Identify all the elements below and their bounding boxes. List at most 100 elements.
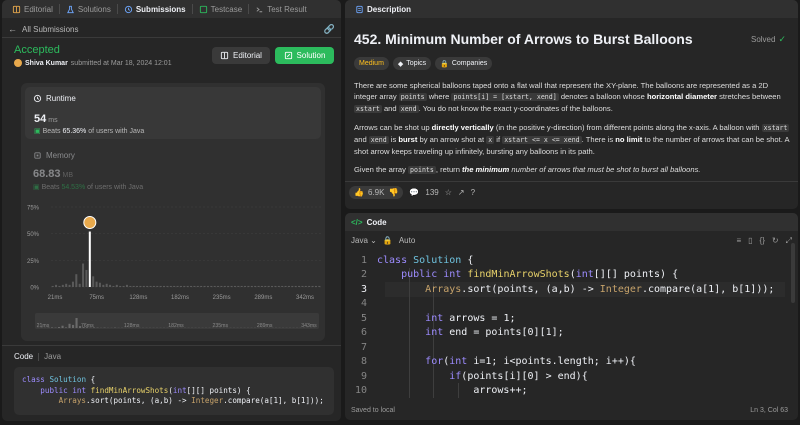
chart-bar[interactable] bbox=[298, 285, 301, 287]
tab-testcase[interactable]: Testcase bbox=[195, 0, 247, 18]
editor-line[interactable]: 4 bbox=[345, 297, 377, 312]
chart-bar[interactable] bbox=[294, 285, 297, 287]
chart-bar[interactable] bbox=[287, 285, 290, 287]
chart-bar[interactable] bbox=[58, 285, 61, 287]
chart-bar[interactable] bbox=[146, 285, 149, 287]
chart-bar[interactable] bbox=[163, 285, 166, 287]
share-icon[interactable]: ↗ bbox=[458, 188, 465, 197]
chart-bar[interactable] bbox=[92, 276, 95, 287]
solution-button[interactable]: Solution bbox=[275, 47, 334, 64]
chart-bar[interactable] bbox=[61, 284, 64, 287]
language-select[interactable]: Java ⌄ bbox=[351, 236, 377, 245]
chart-bar[interactable] bbox=[125, 284, 128, 287]
chart-bar[interactable] bbox=[78, 283, 81, 287]
topics-pill[interactable]: ◆ Topics bbox=[392, 57, 432, 70]
arrow-left-icon[interactable]: ← bbox=[8, 24, 17, 34]
chart-bar[interactable] bbox=[122, 285, 125, 287]
chart-bar[interactable] bbox=[217, 285, 220, 287]
chart-bar[interactable] bbox=[233, 285, 236, 287]
chart-bar[interactable] bbox=[281, 285, 284, 287]
chart-bar[interactable] bbox=[105, 283, 108, 287]
bookmark-icon[interactable]: ▯ bbox=[748, 236, 752, 246]
chart-bar[interactable] bbox=[291, 285, 294, 287]
chart-bar[interactable] bbox=[186, 285, 189, 287]
chart-bar[interactable] bbox=[152, 285, 155, 287]
chart-bar[interactable] bbox=[274, 285, 277, 287]
code-editor[interactable]: 1 class Solution {2 public int findMinArr… bbox=[345, 253, 798, 403]
chart-bar[interactable] bbox=[102, 284, 105, 287]
help-icon[interactable]: ? bbox=[471, 188, 475, 197]
comment-count[interactable]: 139 bbox=[425, 188, 438, 197]
chart-bar[interactable] bbox=[115, 284, 118, 287]
chart-bar[interactable] bbox=[71, 281, 74, 287]
chart-bar[interactable] bbox=[244, 285, 247, 287]
chart-bar[interactable] bbox=[250, 285, 253, 287]
code-snippet[interactable]: class Solution { public int findMinArrow… bbox=[14, 367, 334, 415]
chart-bar[interactable] bbox=[119, 285, 122, 287]
link-icon[interactable]: 🔗 bbox=[324, 24, 335, 35]
chart-bar[interactable] bbox=[267, 285, 270, 287]
editor-line[interactable]: 8 for(int i=1; i<points.length; i++){ bbox=[345, 355, 636, 370]
chart-bar[interactable] bbox=[183, 285, 186, 287]
chart-bar[interactable] bbox=[237, 285, 240, 287]
chart-bar[interactable] bbox=[173, 285, 176, 287]
chart-bar[interactable] bbox=[55, 284, 58, 287]
chart-bar[interactable] bbox=[206, 285, 209, 287]
editor-line[interactable]: 10 arrows++; bbox=[345, 384, 528, 399]
editor-line[interactable]: 3 Arrays.sort(points, (a,b) -> Integer.c… bbox=[345, 282, 774, 297]
chart-bar[interactable] bbox=[169, 285, 172, 287]
chart-bar[interactable] bbox=[142, 285, 145, 287]
chart-bar[interactable] bbox=[301, 285, 304, 287]
chart-bar[interactable] bbox=[260, 285, 263, 287]
chart-bar[interactable] bbox=[95, 281, 98, 287]
companies-pill[interactable]: 🔒 Companies bbox=[435, 57, 493, 70]
all-submissions-link[interactable]: All Submissions bbox=[22, 25, 78, 34]
chart-bar[interactable] bbox=[227, 285, 230, 287]
chart-bar[interactable] bbox=[139, 285, 142, 287]
chart-bar[interactable] bbox=[311, 285, 314, 287]
chart-bar[interactable] bbox=[200, 285, 203, 287]
editorial-button[interactable]: Editorial bbox=[212, 47, 270, 64]
chart-bar[interactable] bbox=[132, 285, 135, 287]
chart-bar[interactable] bbox=[210, 285, 213, 287]
editor-scrollbar[interactable] bbox=[791, 243, 795, 303]
chart-bar[interactable] bbox=[203, 285, 206, 287]
runtime-card[interactable]: Runtime 54 ms ▣ Beats 65.36% of users wit… bbox=[25, 87, 321, 139]
chart-bar[interactable] bbox=[166, 285, 169, 287]
chart-bar[interactable] bbox=[318, 285, 321, 287]
chart-bar[interactable] bbox=[220, 285, 223, 287]
reset-icon[interactable]: ↻ bbox=[772, 236, 779, 246]
format-icon[interactable]: ≡ bbox=[736, 236, 741, 246]
chart-bar[interactable] bbox=[98, 282, 101, 287]
chart-bar[interactable] bbox=[149, 285, 152, 287]
chart-bar[interactable] bbox=[179, 285, 182, 287]
code-tab-label[interactable]: Code bbox=[367, 218, 387, 227]
chart-bar[interactable] bbox=[68, 284, 71, 287]
chart-bar[interactable] bbox=[51, 285, 54, 287]
braces-icon[interactable]: {} bbox=[760, 236, 765, 246]
chart-bar[interactable] bbox=[82, 263, 85, 287]
editor-line[interactable]: 2 public int findMinArrowShots(int[][] p… bbox=[345, 268, 678, 283]
chart-bar[interactable] bbox=[213, 285, 216, 287]
chart-bar[interactable] bbox=[196, 285, 199, 287]
tab-editorial[interactable]: Editorial bbox=[8, 0, 57, 18]
chart-bar[interactable] bbox=[156, 285, 159, 287]
chart-bar[interactable] bbox=[85, 269, 88, 287]
chart-bar[interactable] bbox=[314, 285, 317, 287]
chart-bar[interactable] bbox=[271, 285, 274, 287]
tab-solutions[interactable]: Solutions bbox=[62, 0, 115, 18]
chart-bar[interactable] bbox=[240, 285, 243, 287]
editor-line[interactable]: 6 int end = points[0][1]; bbox=[345, 326, 564, 341]
author-name[interactable]: Shiva Kumar bbox=[25, 60, 68, 67]
chart-bar[interactable] bbox=[88, 231, 91, 287]
tab-description[interactable]: Description bbox=[351, 0, 415, 18]
chart-bar[interactable] bbox=[129, 285, 132, 287]
chart-bar[interactable] bbox=[190, 285, 193, 287]
chart-bar[interactable] bbox=[277, 285, 280, 287]
tab-submissions[interactable]: Submissions bbox=[120, 0, 190, 18]
chart-bar[interactable] bbox=[109, 284, 112, 287]
comment-icon[interactable]: 💬 bbox=[409, 188, 419, 197]
thumbs-up-icon[interactable]: 👍 bbox=[354, 188, 364, 197]
avatar[interactable] bbox=[14, 59, 22, 67]
chart-bar[interactable] bbox=[284, 285, 287, 287]
